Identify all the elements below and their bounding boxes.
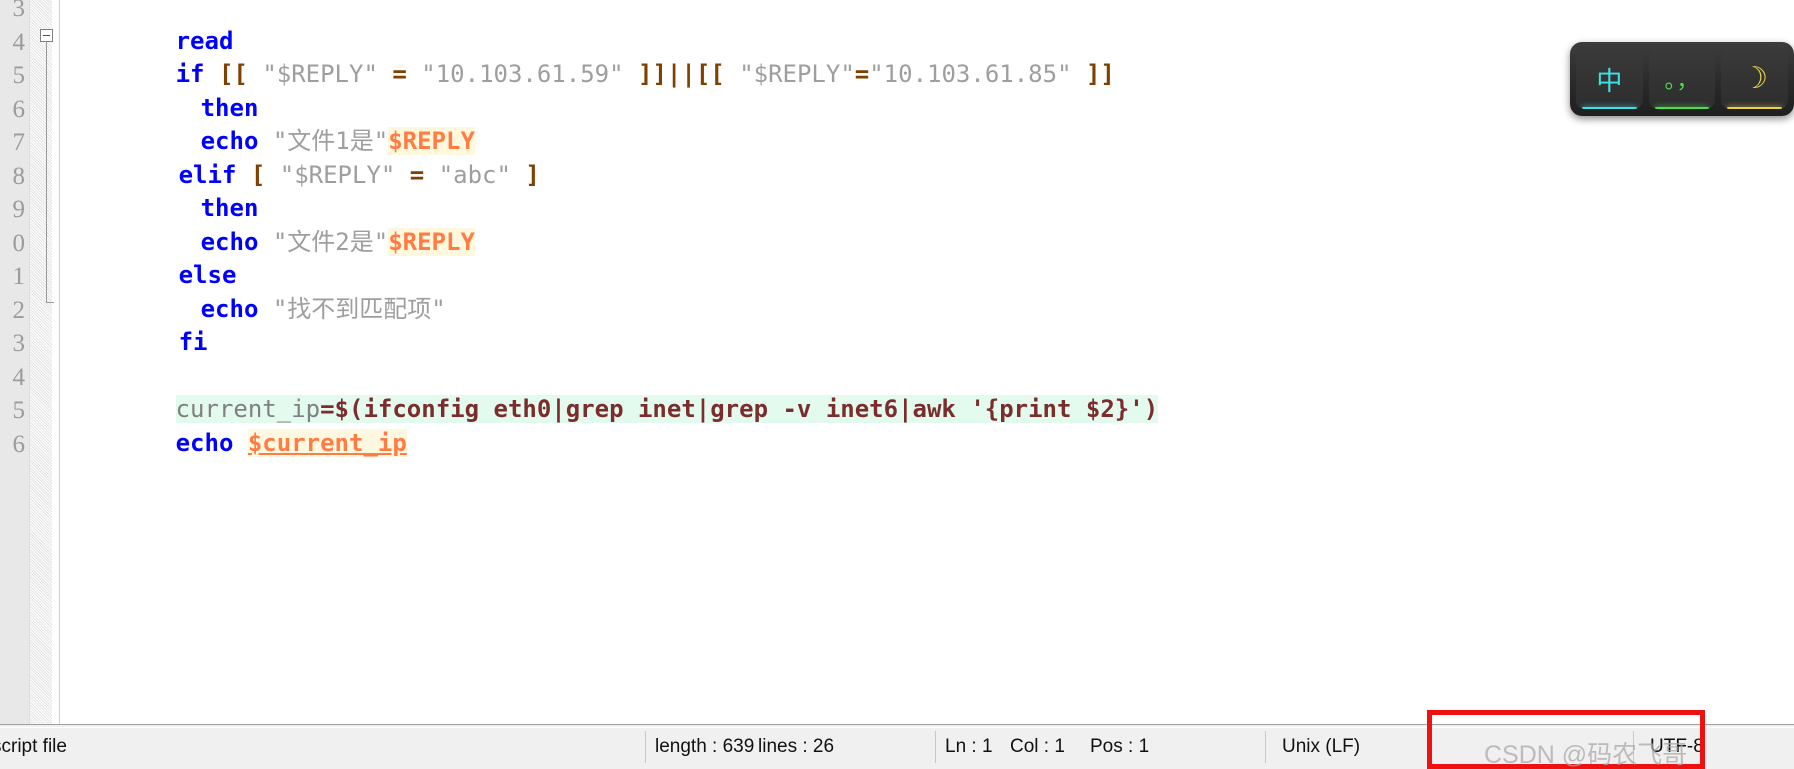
notepadpp-window: 3 4 5 6 7 8 9 0 1 2 3 4 5 6 read if [["…	[0, 0, 1794, 769]
string-reply: "$REPLY"	[739, 60, 855, 88]
ime-chinese-mode-key[interactable]: 中	[1576, 49, 1643, 109]
fold-end-marker	[46, 302, 54, 303]
command-substitution: $(ifconfig eth0|grep inet|grep -v inet6|…	[334, 395, 1159, 423]
keyword-echo: echo	[200, 294, 259, 323]
string-file2: "文件2是"	[272, 227, 389, 256]
ime-night-mode-key[interactable]: ☽	[1721, 49, 1789, 109]
status-encoding[interactable]: UTF-8	[1640, 725, 1790, 769]
operator-equals: =	[409, 160, 425, 189]
ime-punctuation-key[interactable]: 。，	[1648, 49, 1716, 109]
status-lines: lines : 26	[758, 736, 835, 757]
keyword-echo: echo	[175, 428, 234, 457]
code-line[interactable]: fi	[60, 293, 208, 356]
ime-floating-toolbar[interactable]: 中 。， ☽	[1570, 42, 1794, 116]
line-number: 6	[12, 430, 26, 458]
line-number: 4	[12, 28, 26, 56]
operator-or: ||	[666, 60, 696, 88]
status-document-type: script file	[0, 736, 67, 757]
status-pos: Pos : 1	[1090, 736, 1150, 757]
line-number: 8	[12, 162, 26, 190]
bookmark-margin[interactable]	[30, 0, 52, 724]
string-abc: "abc"	[438, 160, 511, 189]
code-line[interactable]: echo $current_ip	[60, 393, 407, 457]
code-line[interactable]: elif [ "$REPLY" = "abc" ]	[60, 125, 540, 189]
string-ip-2: "10.103.61.85"	[869, 60, 1072, 88]
line-number: 9	[12, 196, 26, 223]
fold-margin[interactable]	[52, 0, 60, 724]
operator-equals: =	[392, 60, 407, 88]
line-number: 3	[12, 0, 26, 22]
ime-punctuation-icon: 。，	[1664, 68, 1700, 93]
variable-current-ip: $current_ip	[247, 428, 407, 457]
code-line[interactable]: read	[60, 0, 234, 55]
fold-collapse-icon[interactable]	[40, 29, 53, 42]
moon-icon: ☽	[1741, 62, 1769, 95]
code-line[interactable]: if [[ "$REPLY" = "10.103.61.59" ]]||[[ "…	[60, 25, 1115, 88]
line-number: 2	[12, 296, 26, 324]
bracket-double-open: [[	[695, 60, 725, 88]
code-line[interactable]: echo "文件2是"$REPLY	[60, 192, 475, 256]
string-no-match: "找不到匹配项"	[272, 294, 446, 323]
line-number: 5	[12, 62, 26, 89]
fold-guide-line	[46, 42, 47, 302]
code-line[interactable]: current_ip=$(ifconfig eth0|grep inet|gre…	[60, 360, 1159, 423]
string-reply: "$REPLY"	[262, 60, 378, 88]
status-bar: script file length : 639 lines : 26 Ln :…	[0, 724, 1794, 769]
status-divider	[1265, 731, 1266, 763]
code-line[interactable]: echo "文件1是"$REPLY	[60, 92, 475, 155]
line-number: 0	[12, 229, 26, 257]
line-number: 3	[12, 330, 26, 357]
string-ip-1: "10.103.61.59"	[421, 60, 624, 88]
code-line[interactable]: echo "找不到匹配项"	[60, 259, 446, 323]
line-number: 5	[12, 397, 26, 424]
code-line[interactable]: else	[60, 226, 237, 289]
bracket-double-close: ]]	[638, 60, 667, 88]
keyword-fi: fi	[178, 328, 208, 356]
bracket-close: ]	[525, 160, 540, 189]
status-eol-format[interactable]: Unix (LF)	[1272, 725, 1432, 769]
variable-reply: $REPLY	[388, 227, 475, 256]
line-number: 7	[12, 129, 26, 156]
line-number: 4	[12, 363, 26, 391]
line-number-gutter: 3 4 5 6 7 8 9 0 1 2 3 4 5 6	[0, 0, 30, 724]
status-divider	[1633, 731, 1634, 763]
code-line[interactable]: then	[60, 58, 259, 122]
line-number: 6	[12, 95, 26, 123]
editor-area[interactable]: 3 4 5 6 7 8 9 0 1 2 3 4 5 6 read if [["…	[0, 0, 1794, 724]
code-line[interactable]: then	[60, 159, 259, 222]
line-number: 1	[12, 263, 26, 290]
string-reply: "$REPLY"	[279, 160, 396, 189]
ime-chinese-mode-icon: 中	[1596, 65, 1623, 96]
operator-equals: =	[854, 60, 870, 88]
code-text[interactable]: read if [[ "$REPLY" = "10.103.61.59" ]]|…	[60, 0, 1794, 724]
bracket-double-close: ]]	[1085, 60, 1115, 88]
